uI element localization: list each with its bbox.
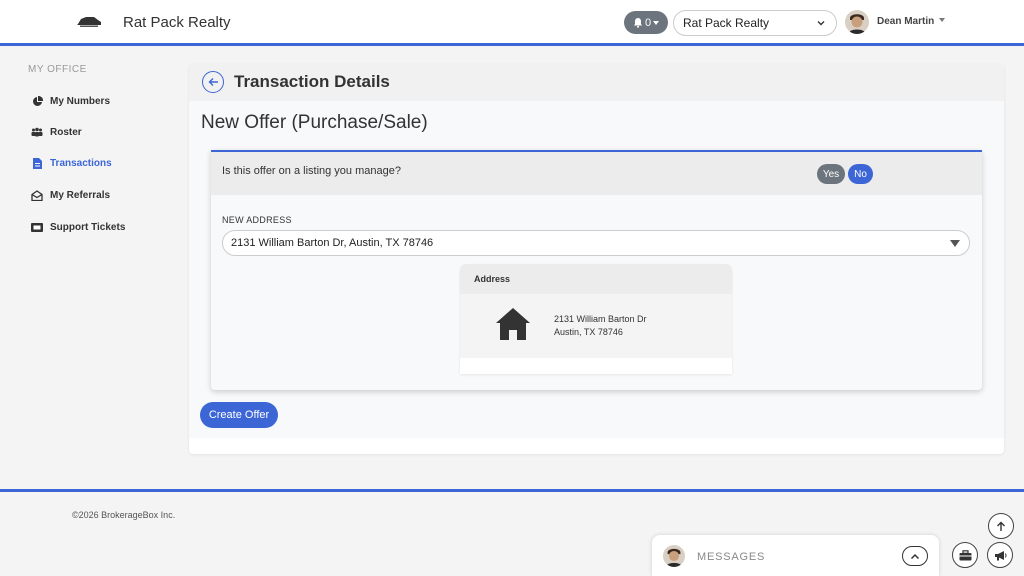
transaction-details-card: Transaction Details New Offer (Purchase/…: [189, 64, 1004, 454]
dropdown-arrow-icon: [950, 240, 960, 247]
messages-panel[interactable]: MESSAGES: [652, 535, 939, 576]
sidebar-item-label: Support Tickets: [50, 221, 126, 233]
page-title: Transaction Details: [234, 72, 390, 91]
yes-button[interactable]: Yes: [817, 164, 845, 184]
sidebar-item-my-referrals[interactable]: My Referrals: [31, 187, 110, 203]
avatar-image-icon: [663, 545, 685, 567]
address-card-title: Address: [474, 274, 511, 284]
brand-name[interactable]: Rat Pack Realty: [123, 14, 231, 31]
scroll-to-top-button[interactable]: [988, 513, 1014, 539]
address-preview-card: Address 2131 William Barton Dr Austin, T…: [460, 264, 732, 374]
sidebar-item-transactions[interactable]: Transactions: [31, 155, 112, 171]
notifications-count: 0: [644, 16, 652, 29]
user-avatar[interactable]: [845, 10, 869, 34]
office-select[interactable]: Rat Pack Realty: [673, 10, 837, 36]
no-button[interactable]: No: [848, 164, 873, 184]
caret-down-icon: [653, 20, 660, 25]
sidebar-heading: MY OFFICE: [28, 64, 87, 75]
user-menu-caret-icon[interactable]: [939, 18, 945, 22]
messages-expand-button[interactable]: [902, 546, 928, 566]
new-address-select[interactable]: 2131 William Barton Dr, Austin, TX 78746: [222, 230, 970, 256]
messages-avatar: [663, 545, 685, 567]
listing-question: Is this offer on a listing you manage?: [222, 165, 401, 177]
pie-chart-icon: [31, 95, 43, 107]
address-line-1: 2131 William Barton Dr: [554, 314, 647, 324]
sidebar-item-support-tickets[interactable]: Support Tickets: [31, 219, 125, 235]
sidebar-item-label: Transactions: [50, 157, 112, 169]
announcements-button[interactable]: [987, 542, 1013, 568]
chevron-up-icon: [910, 553, 920, 559]
card-header: Transaction Details: [189, 64, 1004, 101]
envelope-open-icon: [31, 189, 43, 201]
copyright-text: ©2026 BrokerageBox Inc.: [72, 510, 176, 520]
sidebar-item-my-numbers[interactable]: My Numbers: [31, 93, 110, 109]
user-name[interactable]: Dean Martin: [877, 16, 934, 27]
ticket-icon: [31, 221, 43, 233]
arrow-left-icon: [208, 78, 218, 86]
toolbox-icon: [959, 549, 971, 560]
file-icon: [31, 157, 43, 169]
create-offer-button[interactable]: Create Offer: [200, 402, 278, 428]
sidebar-item-label: Roster: [50, 126, 82, 138]
address-card-header: Address: [460, 264, 732, 294]
top-navbar: Rat Pack Realty 0 Rat Pack Realty Dean M…: [0, 0, 1024, 46]
sidebar-item-label: My Referrals: [50, 189, 111, 201]
address-card-body: 2131 William Barton Dr Austin, TX 78746: [460, 294, 732, 358]
offer-form: Is this offer on a listing you manage? Y…: [211, 150, 982, 390]
messages-label: MESSAGES: [697, 551, 766, 563]
house-icon: [496, 308, 530, 340]
new-address-label: NEW ADDRESS: [222, 215, 292, 225]
sidebar-item-label: My Numbers: [50, 95, 111, 107]
address-lines: 2131 William Barton Dr Austin, TX 78746: [554, 313, 647, 339]
bell-icon: [633, 18, 642, 28]
toolbox-button[interactable]: [952, 542, 978, 568]
megaphone-icon: [994, 550, 1007, 560]
arrow-up-icon: [997, 521, 1005, 531]
notifications-button[interactable]: 0: [624, 11, 668, 34]
back-button[interactable]: [202, 71, 224, 93]
chevron-down-icon: [817, 21, 825, 26]
offer-heading: New Offer (Purchase/Sale): [201, 112, 428, 133]
listing-question-row: Is this offer on a listing you manage? Y…: [211, 152, 982, 195]
car-logo-icon[interactable]: [76, 15, 102, 29]
users-icon: [31, 126, 43, 138]
new-address-value: 2131 William Barton Dr, Austin, TX 78746: [231, 237, 434, 249]
sidebar-item-roster[interactable]: Roster: [31, 124, 82, 140]
address-line-2: Austin, TX 78746: [554, 327, 623, 337]
office-select-value: Rat Pack Realty: [683, 16, 770, 30]
avatar-image-icon: [845, 10, 869, 34]
